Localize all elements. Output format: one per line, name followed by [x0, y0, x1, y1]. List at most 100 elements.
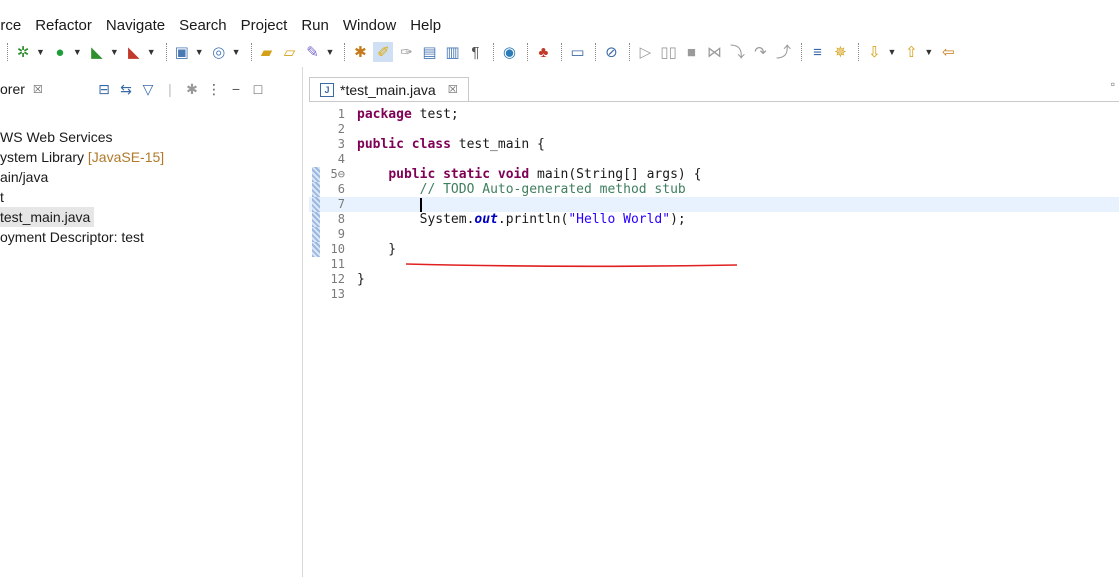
chevron-down-icon[interactable]: ▼: [887, 47, 896, 57]
close-icon[interactable]: ☒: [448, 83, 458, 96]
tree-item[interactable]: ain/java: [0, 167, 164, 187]
code-line[interactable]: 1 package test;: [309, 107, 1119, 122]
minimize-icon[interactable]: ▫: [1111, 77, 1115, 91]
coverage-icon[interactable]: ◣: [87, 42, 107, 62]
open-type-icon[interactable]: ▰: [257, 42, 277, 62]
chevron-down-icon[interactable]: ▼: [147, 47, 156, 57]
toggle-mark-icon[interactable]: ✑: [396, 42, 416, 62]
code-line[interactable]: 10 }: [309, 242, 1119, 257]
tab-test-main-java[interactable]: J *test_main.java ☒: [309, 77, 469, 101]
highlight-icon[interactable]: ✐: [373, 42, 394, 62]
code-line[interactable]: 4: [309, 152, 1119, 167]
toolbar-separator: [250, 43, 252, 61]
show-whitespace-icon[interactable]: ¶: [465, 42, 485, 62]
next-annotation-icon[interactable]: ⇩: [864, 42, 884, 62]
menu-item-help[interactable]: Help: [410, 17, 441, 34]
tree-item[interactable]: ystem Library [JavaSE-15]: [0, 147, 164, 167]
console-icon[interactable]: ▭: [567, 42, 587, 62]
code-line[interactable]: 5⊖ public static void main(String[] args…: [309, 167, 1119, 182]
code-text: }: [357, 272, 365, 287]
collapse-all-icon[interactable]: ⊟: [94, 81, 114, 98]
toolbar-separator: [801, 43, 803, 61]
view-menu-icon[interactable]: ⋮: [204, 81, 224, 98]
line-number: 11: [330, 257, 345, 271]
search-icon[interactable]: ✎: [303, 42, 323, 62]
code-line[interactable]: 6 // TODO Auto-generated method stub: [309, 182, 1119, 197]
new-class-icon[interactable]: ◎: [209, 42, 229, 62]
use-step-filters-icon[interactable]: ≡: [807, 42, 827, 62]
line-number: 1: [337, 107, 345, 121]
menu-item-project[interactable]: Project: [241, 17, 288, 34]
server-icon[interactable]: ♣: [533, 42, 553, 62]
skip-breakpoints-icon[interactable]: ⊘: [601, 42, 621, 62]
menu-item-refactor[interactable]: Refactor: [35, 17, 92, 34]
toggle-breadcrumb-icon[interactable]: ✵: [830, 42, 850, 62]
change-marker: [312, 242, 320, 257]
code-line[interactable]: 12}: [309, 272, 1119, 287]
maximize-icon[interactable]: □: [248, 81, 268, 97]
link-with-editor-icon[interactable]: ⇆: [116, 81, 136, 98]
step-return-icon[interactable]: ⤴: [773, 42, 793, 62]
debug-icon[interactable]: ✲: [13, 42, 33, 62]
panel-divider[interactable]: [302, 67, 303, 577]
code-line[interactable]: 3 public class test_main {: [309, 137, 1119, 152]
explorer-tab-label: orer: [0, 81, 25, 97]
external-tools-icon[interactable]: ◣: [124, 42, 144, 62]
code-area[interactable]: 1 package test; 2 3 public class test_main {…: [309, 107, 1119, 302]
line-number: 3: [337, 137, 345, 151]
chevron-down-icon[interactable]: ▼: [326, 47, 335, 57]
back-icon[interactable]: ⇦: [938, 42, 958, 62]
toolbar-separator: [858, 43, 860, 61]
tree-item[interactable]: t: [0, 187, 164, 207]
code-line[interactable]: 7: [309, 197, 1119, 212]
minimize-icon[interactable]: −: [226, 81, 246, 97]
word-wrap-icon[interactable]: ▥: [442, 42, 462, 62]
tree-item-label: oyment Descriptor: test: [0, 229, 144, 245]
code-editor[interactable]: J *test_main.java ☒ ▫ 1 package test; 2 3 pu…: [309, 67, 1119, 577]
line-number: 2: [337, 122, 345, 136]
menu-item-window[interactable]: Window: [343, 17, 396, 34]
suspend-icon[interactable]: ▯▯: [658, 42, 678, 62]
menu-item-run[interactable]: Run: [301, 17, 329, 34]
menu-item-navigate[interactable]: Navigate: [106, 17, 165, 34]
step-into-icon[interactable]: ⤵: [727, 42, 747, 62]
tree-item[interactable]: test_main.java: [0, 207, 95, 227]
filter-icon[interactable]: ▽: [138, 81, 158, 98]
line-number: 13: [330, 287, 345, 301]
disconnect-icon[interactable]: ⋈: [704, 42, 724, 62]
previous-annotation-icon[interactable]: ⇧: [901, 42, 921, 62]
change-marker: [312, 197, 320, 212]
annotation-icon[interactable]: ✱: [350, 42, 370, 62]
code-line[interactable]: 9: [309, 227, 1119, 242]
tree-item[interactable]: oyment Descriptor: test: [0, 227, 164, 247]
toolbar-separator: [493, 43, 495, 61]
focus-icon[interactable]: ✱: [182, 81, 202, 98]
step-over-icon[interactable]: ↷: [750, 42, 770, 62]
terminate-icon[interactable]: ■: [681, 42, 701, 62]
tree-item[interactable]: WS Web Services: [0, 127, 164, 147]
java-file-icon: J: [320, 82, 334, 97]
run-icon[interactable]: ●: [50, 42, 70, 62]
code-line[interactable]: 2: [309, 122, 1119, 137]
tab-package-explorer[interactable]: orer ☒: [0, 77, 43, 101]
chevron-down-icon[interactable]: ▼: [195, 47, 204, 57]
chevron-down-icon[interactable]: ▼: [110, 47, 119, 57]
menu-item-urce[interactable]: urce: [0, 17, 21, 34]
resume-icon[interactable]: ▷: [635, 42, 655, 62]
code-line[interactable]: 8 System.out.println("Hello World");: [309, 212, 1119, 227]
chevron-down-icon[interactable]: ▼: [36, 47, 45, 57]
code-line[interactable]: 13: [309, 287, 1119, 302]
code-text: [357, 197, 422, 212]
chevron-down-icon[interactable]: ▼: [232, 47, 241, 57]
globe-icon[interactable]: ◉: [499, 42, 519, 62]
new-project-icon[interactable]: ▣: [172, 42, 192, 62]
chevron-down-icon[interactable]: ▼: [924, 47, 933, 57]
code-text: public static void main(String[] args) {: [388, 167, 702, 182]
window-title: test_main.java - Eclipse: [0, 0, 1119, 5]
close-icon[interactable]: ☒: [33, 83, 43, 96]
chevron-down-icon[interactable]: ▼: [73, 47, 82, 57]
open-folder-icon[interactable]: ▱: [280, 42, 300, 62]
menu-item-search[interactable]: Search: [179, 17, 227, 34]
toolbar-separator: [561, 43, 563, 61]
block-selection-icon[interactable]: ▤: [419, 42, 439, 62]
